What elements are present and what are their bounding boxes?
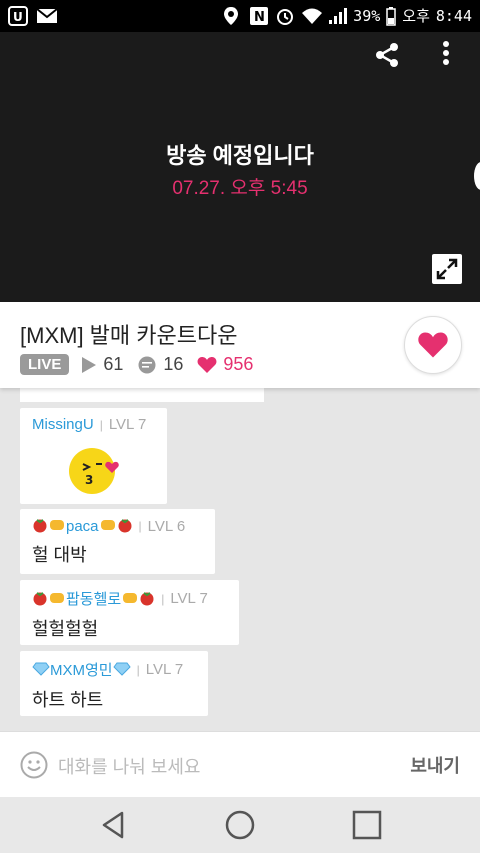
comments-stat: 16 xyxy=(137,354,183,375)
chat-level: LVL 6 xyxy=(147,517,186,535)
broadcast-title: [MXM] 발매 카운트다운 xyxy=(20,323,238,348)
fist-emoji xyxy=(121,590,139,608)
play-icon xyxy=(82,356,97,373)
chat-level: LVL 7 xyxy=(170,590,208,607)
system-nav-bar xyxy=(0,797,480,853)
views-stat: 61 xyxy=(81,354,123,375)
kiss-emoji-sticker: 3 xyxy=(68,446,124,501)
player-status-title: 방송 예정입니다 xyxy=(166,143,314,168)
heart-icon xyxy=(418,332,448,358)
chat-input-field[interactable]: 대화를 나눠 보세요 xyxy=(58,753,200,779)
emoji-picker-icon[interactable] xyxy=(20,751,48,779)
battery-icon xyxy=(386,6,397,26)
alarm-icon xyxy=(275,6,295,26)
back-icon[interactable] xyxy=(98,809,130,841)
svg-text:N: N xyxy=(254,10,265,25)
send-button[interactable]: 보내기 xyxy=(410,752,460,778)
clock-ampm: 오후 xyxy=(402,7,430,25)
svg-text:3: 3 xyxy=(85,473,93,487)
video-player[interactable]: 방송 예정입니다 07.27. 오후 5:45 xyxy=(0,32,480,302)
tomato-emoji xyxy=(117,517,133,535)
tomato-emoji xyxy=(139,590,155,608)
likes-count: 956 xyxy=(223,354,254,374)
like-button[interactable] xyxy=(404,316,462,374)
share-icon[interactable] xyxy=(372,40,402,70)
chat-list[interactable]: MissingU | LVL 7 3 paca | LVL 6 헐 대박 팝동헬… xyxy=(0,388,480,731)
chat-bubble: MissingU | LVL 7 3 xyxy=(20,408,167,504)
chat-message-text: 헐 대박 xyxy=(32,545,87,565)
nfc-icon: N xyxy=(249,6,269,26)
status-bar: U N 39% 오후 8:44 xyxy=(0,0,480,32)
gem-emoji xyxy=(112,662,131,678)
chat-username[interactable]: 팝동헬로 xyxy=(66,588,121,609)
gem-emoji xyxy=(32,662,50,678)
chat-message-text: 하트 하트 xyxy=(32,690,104,710)
recents-icon[interactable] xyxy=(351,809,383,841)
player-scheduled-time: 07.27. 오후 5:45 xyxy=(172,178,308,199)
chat-username[interactable]: paca xyxy=(66,518,99,535)
likes-stat: 956 xyxy=(197,354,253,375)
heart-icon xyxy=(197,356,217,373)
more-options-icon[interactable] xyxy=(436,38,456,70)
wifi-icon xyxy=(301,6,323,26)
chat-bubble: 팝동헬로 | LVL 7 헐헐헐헐 xyxy=(20,580,239,645)
fist-emoji xyxy=(99,517,117,535)
tomato-emoji xyxy=(32,590,48,608)
battery-percent: 39% xyxy=(353,6,381,25)
location-icon xyxy=(223,6,243,26)
fist-emoji xyxy=(48,517,66,535)
comment-icon xyxy=(138,356,156,373)
chat-username[interactable]: MissingU xyxy=(32,416,94,433)
chat-level: LVL 7 xyxy=(145,661,184,678)
chat-username[interactable]: MXM영민 xyxy=(50,659,113,680)
live-badge: LIVE xyxy=(20,354,70,375)
chat-bubble-partial xyxy=(20,388,264,402)
clock-time: 8:44 xyxy=(435,6,472,25)
chat-bubble: MXM영민 | LVL 7 하트 하트 xyxy=(20,651,208,716)
fist-emoji xyxy=(48,590,66,608)
chat-message-text: 헐헐헐헐 xyxy=(32,619,99,639)
tomato-emoji xyxy=(32,517,48,535)
mail-icon xyxy=(36,6,58,26)
comments-count: 16 xyxy=(163,354,184,374)
fullscreen-icon[interactable] xyxy=(432,254,462,284)
chat-input-bar: 대화를 나눠 보세요 보내기 xyxy=(0,731,480,797)
views-count: 61 xyxy=(103,354,124,374)
home-icon[interactable] xyxy=(224,809,256,841)
signal-icon xyxy=(327,6,348,26)
svg-text:U: U xyxy=(13,10,23,24)
broadcast-stats: LIVE 61 16 956 xyxy=(20,354,267,375)
chat-bubble: paca | LVL 6 헐 대박 xyxy=(20,509,215,574)
broadcast-info: [MXM] 발매 카운트다운 LIVE 61 16 956 xyxy=(0,302,480,388)
app-notification-icon: U xyxy=(8,6,28,26)
chat-level: LVL 7 xyxy=(108,416,147,433)
